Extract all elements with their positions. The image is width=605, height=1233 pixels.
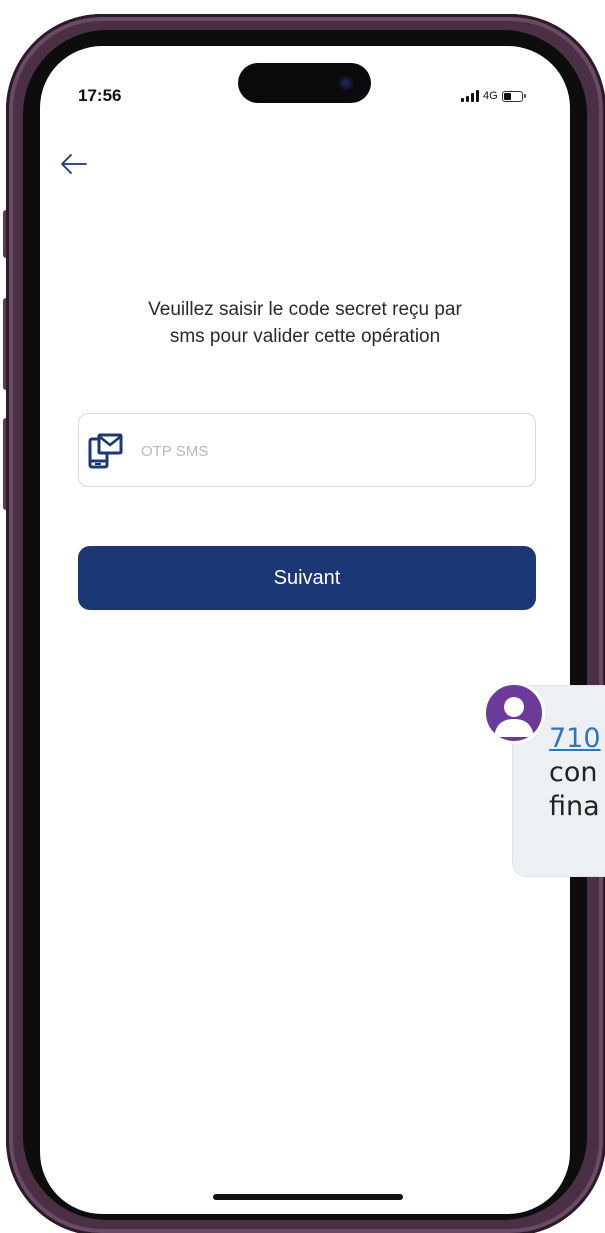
dynamic-island	[238, 63, 371, 103]
status-time: 17:56	[78, 86, 122, 105]
network-label: 4G	[483, 90, 498, 102]
camera-icon	[339, 76, 353, 90]
person-icon	[494, 697, 534, 737]
phone-message-icon	[88, 433, 123, 469]
otp-input[interactable]	[141, 438, 521, 464]
instruction-line-1: Veuillez saisir le code secret reçu par	[148, 299, 462, 320]
instruction-line-2: sms pour valider cette opération	[169, 326, 441, 347]
signal-icon	[461, 90, 479, 102]
sms-code-link[interactable]: 710	[549, 722, 601, 756]
sms-line-3: fina	[549, 791, 600, 822]
phone-screen: 17:56 4G Veuillez saisir le code secret …	[40, 46, 570, 1214]
sms-line-2: con	[549, 757, 598, 788]
instruction-text: Veuillez saisir le code secret reçu par …	[70, 296, 540, 350]
back-button[interactable]	[56, 146, 92, 182]
phone-mockup: 17:56 4G Veuillez saisir le code secret …	[0, 0, 605, 1233]
home-indicator[interactable]	[213, 1194, 403, 1200]
next-button[interactable]: Suivant	[78, 546, 536, 610]
battery-icon	[501, 90, 526, 102]
status-indicators: 4G	[461, 88, 526, 104]
otp-field[interactable]	[78, 413, 536, 487]
arrow-left-icon	[61, 154, 87, 174]
sms-message-text: 710 con fina	[549, 722, 601, 824]
sms-sender-avatar	[483, 682, 545, 744]
